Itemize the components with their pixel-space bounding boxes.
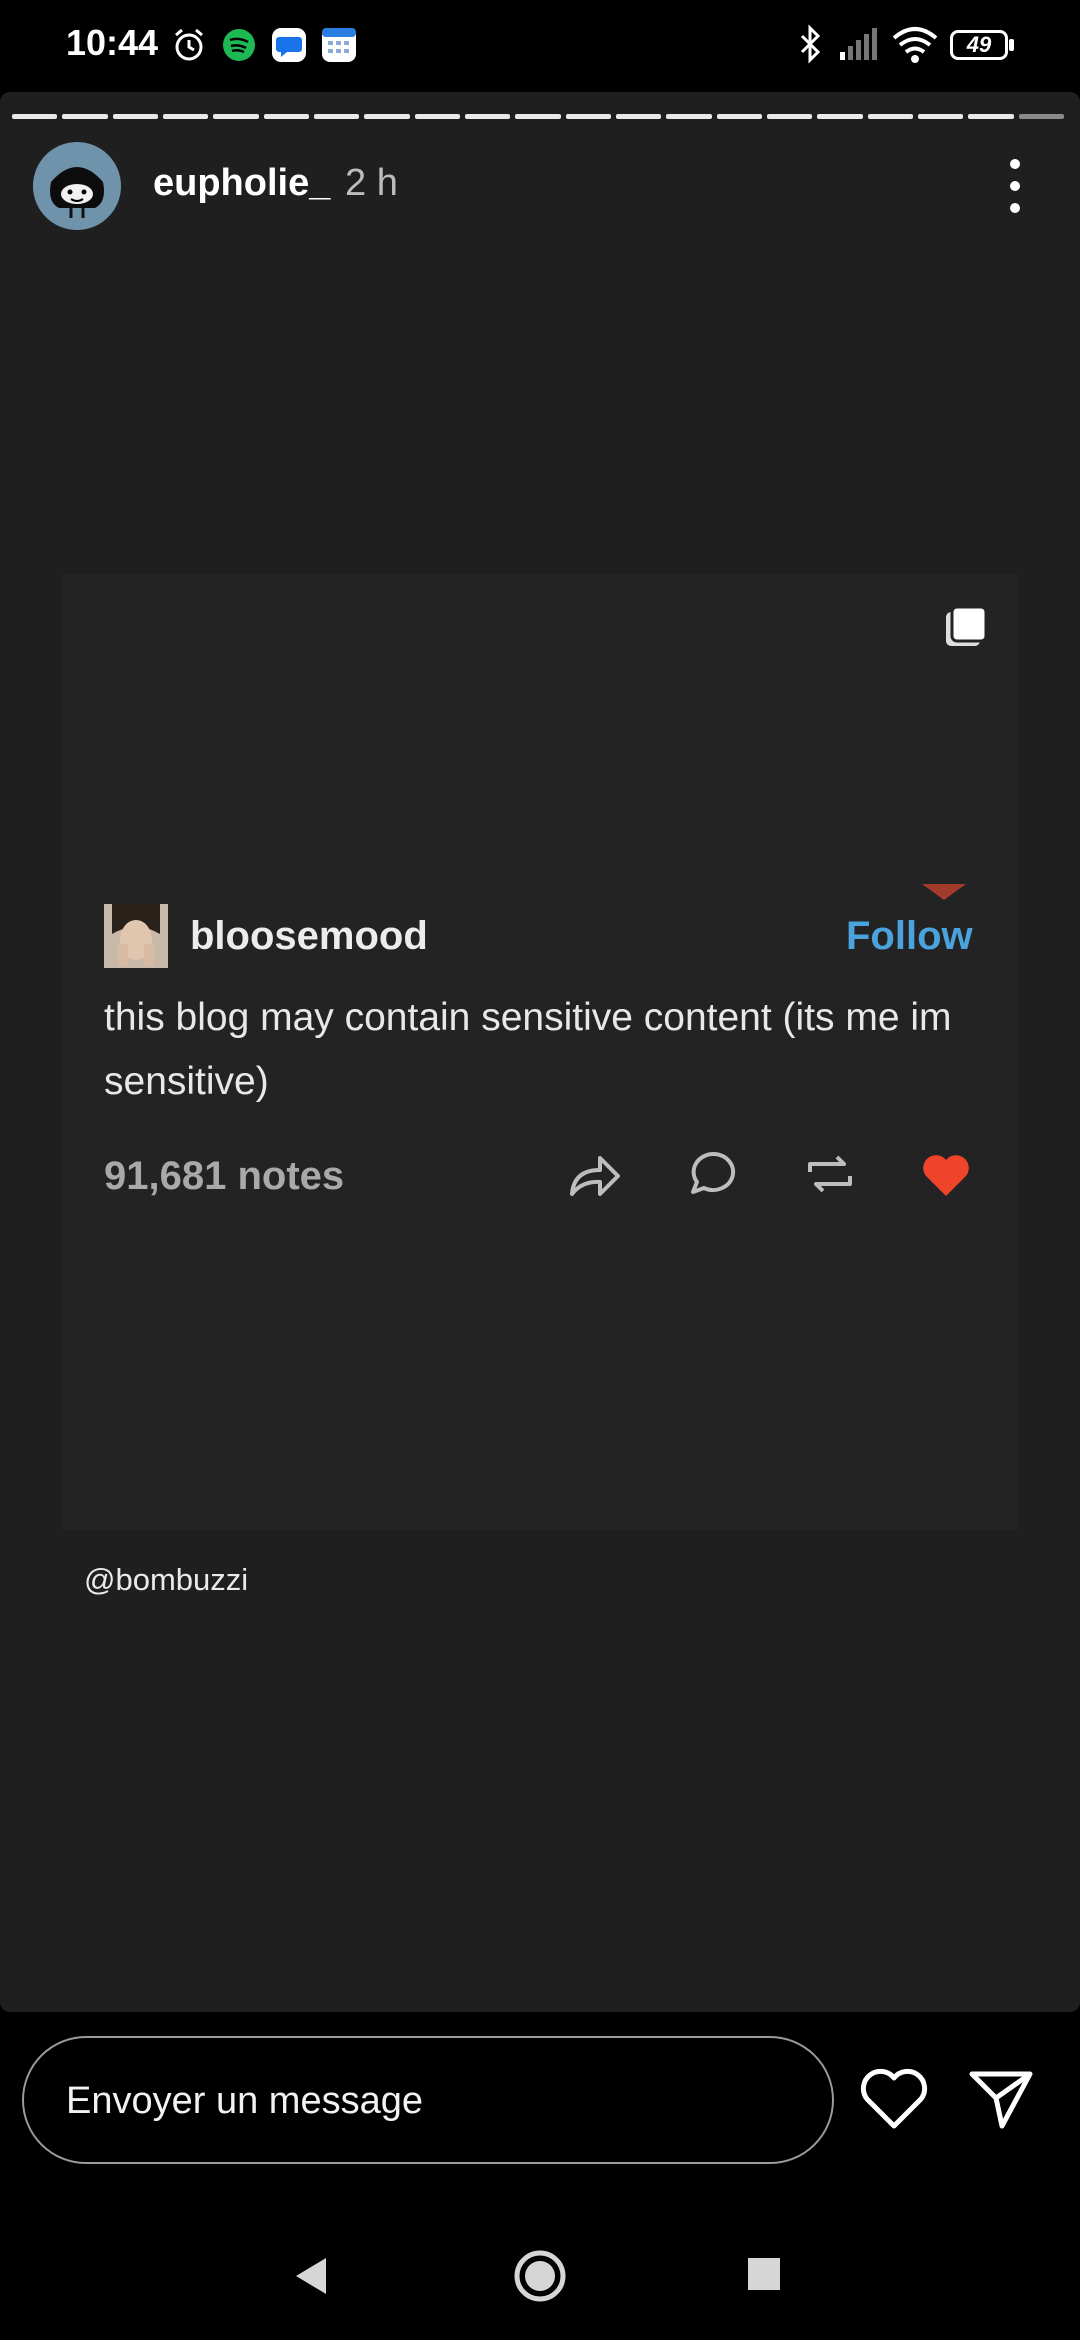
progress-segment [917, 114, 964, 119]
like-heart-icon [923, 1155, 969, 1196]
progress-segment [464, 114, 511, 119]
story-view[interactable]: eupholie_ 2 h bloosemood Follow this blo… [0, 92, 1080, 2012]
story-progress-bar [12, 114, 1064, 120]
follow-button: Follow [846, 914, 973, 958]
story-username[interactable]: eupholie_ [153, 162, 330, 205]
recents-icon[interactable] [746, 2256, 782, 2292]
home-icon[interactable] [512, 2248, 568, 2304]
reblog-icon [808, 1155, 852, 1193]
header-banner-tip [922, 884, 966, 900]
progress-segment [414, 114, 460, 119]
progress-segment [968, 114, 1014, 119]
reply-icon [691, 1151, 736, 1194]
back-icon[interactable] [292, 2254, 332, 2298]
spotify-icon [223, 29, 255, 61]
blog-avatar [104, 904, 168, 968]
progress-segment [867, 114, 913, 119]
messages-icon [272, 28, 306, 62]
story-timestamp: 2 h [345, 162, 398, 204]
progress-segment [12, 114, 58, 119]
progress-segment [364, 114, 410, 119]
post-text: this blog may contain sensitive content … [104, 996, 952, 1103]
more-options-icon[interactable] [1000, 154, 1030, 218]
progress-segment [716, 114, 762, 119]
progress-segment [1018, 114, 1064, 119]
user-avatar[interactable] [33, 142, 121, 230]
message-input[interactable]: Envoyer un message [22, 2036, 834, 2164]
signal-icon [840, 28, 877, 60]
progress-segment [766, 114, 813, 119]
message-placeholder: Envoyer un message [66, 2080, 423, 2122]
story-caption: @bombuzzi [84, 1562, 249, 1597]
progress-segment [565, 114, 611, 119]
progress-segment [263, 114, 309, 119]
progress-segment [162, 114, 209, 119]
progress-segment [666, 114, 712, 119]
heart-icon[interactable] [858, 2066, 930, 2132]
calendar-icon [322, 28, 356, 62]
bluetooth-icon [800, 24, 821, 64]
progress-segment [62, 114, 108, 119]
blog-name: bloosemood [190, 914, 428, 958]
progress-segment [817, 114, 863, 119]
shared-post-card: bloosemood Follow this blog may contain … [62, 574, 1018, 1530]
progress-segment [313, 114, 360, 119]
story-header: eupholie_ 2 h [0, 142, 1080, 242]
progress-segment [213, 114, 259, 119]
battery-level: 49 [966, 32, 992, 57]
send-icon[interactable] [966, 2066, 1036, 2132]
progress-segment [615, 114, 662, 119]
multiple-images-icon [946, 605, 988, 646]
progress-segment [112, 114, 158, 119]
wifi-icon [892, 27, 938, 63]
system-navbar [0, 2220, 1080, 2340]
share-icon [570, 1156, 620, 1196]
progress-segment [515, 114, 561, 119]
battery-icon: 49 [950, 30, 1016, 62]
status-bar: 10:44 49 [0, 0, 1080, 92]
alarm-icon [175, 28, 203, 61]
notes-count: 91,681 notes [104, 1154, 345, 1198]
status-time: 10:44 [66, 22, 159, 63]
